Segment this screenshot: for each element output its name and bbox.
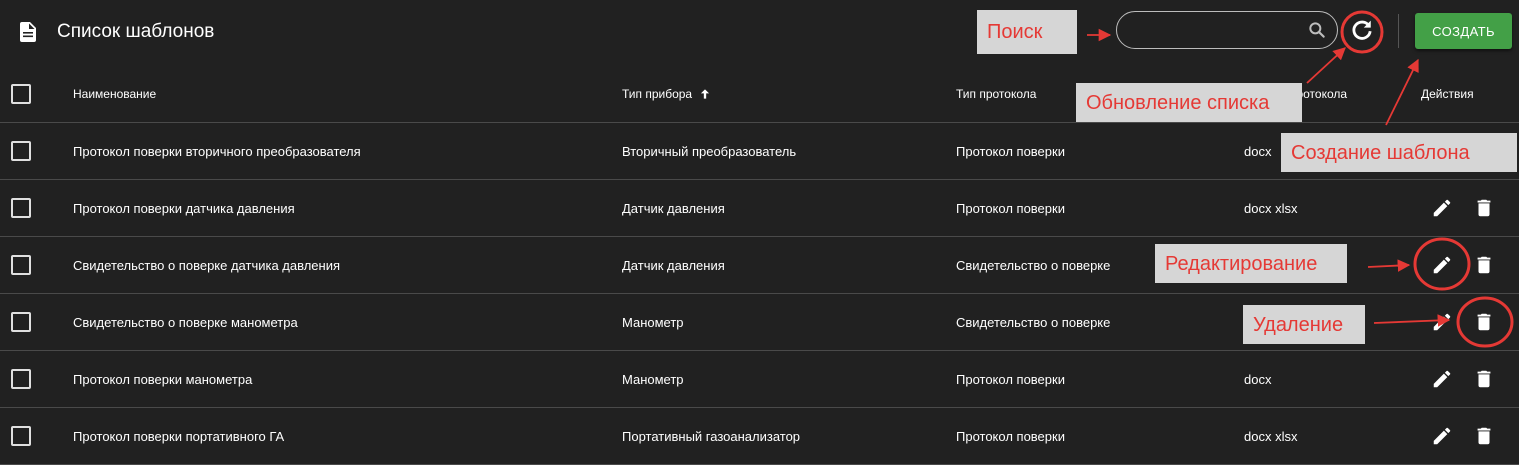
search-icon[interactable] — [1307, 20, 1327, 40]
search-box[interactable] — [1116, 11, 1338, 50]
cell-device-type: Вторичный преобразователь — [622, 143, 797, 159]
pencil-icon[interactable] — [1431, 197, 1453, 219]
arrow-up-icon[interactable] — [698, 87, 712, 101]
table-body: Протокол поверки вторичного преобразоват… — [0, 123, 1519, 465]
toolbar: Список шаблонов СОЗДАТЬ — [0, 0, 1519, 64]
cell-name: Протокол поверки манометра — [73, 371, 253, 387]
column-header-name[interactable]: Наименование — [73, 65, 156, 122]
trash-icon[interactable] — [1473, 368, 1495, 390]
cell-name: Протокол поверки вторичного преобразоват… — [73, 143, 361, 159]
annotation-delete: Удаление — [1243, 305, 1365, 344]
table-row[interactable]: Протокол поверки датчика давления Датчик … — [0, 180, 1519, 237]
table-row[interactable]: Протокол поверки манометра Манометр Проток… — [0, 351, 1519, 408]
search-input[interactable] — [1131, 12, 1305, 50]
table-row[interactable]: Протокол поверки портативного ГА Портатив… — [0, 408, 1519, 465]
cell-protocol-type: Свидетельство о поверке — [956, 257, 1111, 273]
cell-device-type: Портативный газоанализатор — [622, 428, 801, 444]
cell-protocol-type: Свидетельство о поверке — [956, 314, 1111, 330]
create-button[interactable]: СОЗДАТЬ — [1415, 13, 1512, 49]
cell-format: docx — [1244, 143, 1272, 159]
page-title: Список шаблонов — [57, 21, 215, 42]
cell-format: docx xlsx — [1244, 428, 1298, 444]
column-header-device-type-label: Тип прибора — [622, 86, 693, 101]
annotation-create: Создание шаблона — [1281, 133, 1517, 172]
row-checkbox[interactable] — [11, 369, 31, 389]
annotation-search: Поиск — [977, 10, 1077, 54]
cell-name: Свидетельство о поверке манометра — [73, 314, 298, 330]
refresh-icon[interactable] — [1348, 16, 1376, 44]
cell-device-type: Манометр — [622, 371, 684, 387]
cell-device-type: Датчик давления — [622, 200, 725, 216]
cell-protocol-type: Протокол поверки — [956, 200, 1065, 216]
cell-device-type: Датчик давления — [622, 257, 725, 273]
cell-protocol-type: Протокол поверки — [956, 371, 1065, 387]
cell-protocol-type: Протокол поверки — [956, 143, 1065, 159]
trash-icon[interactable] — [1473, 254, 1495, 276]
toolbar-divider — [1398, 14, 1399, 48]
column-header-protocol-type[interactable]: Тип протокола — [956, 65, 1036, 122]
cell-format: docx xlsx — [1244, 200, 1298, 216]
cell-name: Свидетельство о поверке датчика давления — [73, 257, 341, 273]
cell-protocol-type: Протокол поверки — [956, 428, 1065, 444]
cell-format: docx — [1244, 371, 1272, 387]
column-header-actions: Действия — [1421, 86, 1474, 101]
trash-icon[interactable] — [1473, 311, 1495, 333]
annotation-edit: Редактирование — [1155, 244, 1347, 283]
cell-device-type: Манометр — [622, 314, 684, 330]
pencil-icon[interactable] — [1431, 368, 1453, 390]
row-checkbox[interactable] — [11, 426, 31, 446]
row-checkbox[interactable] — [11, 312, 31, 332]
select-all-checkbox[interactable] — [11, 83, 31, 104]
document-icon — [20, 22, 36, 42]
annotation-refresh: Обновление списка — [1076, 83, 1302, 122]
cell-name: Протокол поверки портативного ГА — [73, 428, 285, 444]
row-checkbox[interactable] — [11, 141, 31, 161]
pencil-icon[interactable] — [1431, 254, 1453, 276]
row-checkbox[interactable] — [11, 255, 31, 275]
column-header-device-type[interactable]: Тип прибора — [622, 65, 712, 122]
pencil-icon[interactable] — [1431, 311, 1453, 333]
cell-name: Протокол поверки датчика давления — [73, 200, 295, 216]
pencil-icon[interactable] — [1431, 425, 1453, 447]
trash-icon[interactable] — [1473, 425, 1495, 447]
trash-icon[interactable] — [1473, 197, 1495, 219]
row-checkbox[interactable] — [11, 198, 31, 218]
